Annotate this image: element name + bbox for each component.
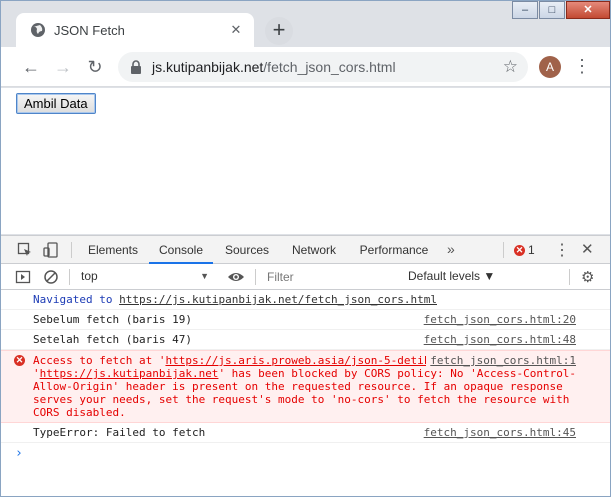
lock-icon bbox=[131, 60, 141, 74]
minimize-button[interactable]: – bbox=[512, 1, 538, 19]
forward-arrow-icon[interactable]: → bbox=[51, 55, 75, 79]
clear-console-icon[interactable] bbox=[43, 269, 59, 285]
console-error-row: ✕ fetch_json_cors.html:1 Access to fetch… bbox=[1, 350, 610, 423]
devtools-menu-icon[interactable]: ⋮ bbox=[554, 240, 570, 260]
error-count: 1 bbox=[528, 243, 535, 257]
globe-icon bbox=[31, 23, 45, 37]
window-controls: – □ ✕ bbox=[511, 1, 610, 21]
bookmark-star-icon[interactable]: ☆ bbox=[503, 57, 518, 77]
error-text-start: Access to fetch at ' bbox=[33, 354, 166, 367]
console-navigated-message: Navigated to https://js.kutipanbijak.net… bbox=[1, 290, 610, 310]
device-toolbar-icon[interactable] bbox=[43, 242, 59, 258]
maximize-button[interactable]: □ bbox=[539, 1, 565, 19]
page-viewport: Ambil Data bbox=[1, 88, 610, 234]
console-log-row: TypeError: Failed to fetch fetch_json_co… bbox=[1, 423, 610, 443]
source-link[interactable]: fetch_json_cors.html:48 bbox=[424, 333, 576, 346]
browser-menu-icon[interactable]: ⋮ bbox=[573, 56, 591, 78]
tab-elements[interactable]: Elements bbox=[81, 236, 145, 264]
profile-avatar[interactable]: A bbox=[539, 56, 561, 78]
prompt-chevron-icon: › bbox=[15, 446, 23, 461]
context-value: top bbox=[81, 269, 98, 283]
more-tabs-icon[interactable]: » bbox=[447, 241, 455, 257]
url-text: js.kutipanbijak.net/fetch_json_cors.html bbox=[152, 59, 396, 75]
console-messages: Navigated to https://js.kutipanbijak.net… bbox=[1, 290, 610, 497]
log-text: TypeError: Failed to fetch bbox=[33, 426, 206, 439]
tab-strip: JSON Fetch ✕ + – □ ✕ bbox=[1, 1, 610, 47]
url-host: js.kutipanbijak.net bbox=[152, 59, 264, 75]
tab-network[interactable]: Network bbox=[283, 236, 345, 264]
console-toolbar: top ▼ Default levels ▼ ⚙ bbox=[1, 264, 610, 290]
error-counter[interactable]: ✕ 1 bbox=[514, 243, 535, 257]
console-prompt[interactable]: › bbox=[1, 443, 610, 464]
toolbar-divider bbox=[569, 269, 570, 285]
console-settings-gear-icon[interactable]: ⚙ bbox=[581, 268, 594, 286]
toolbar-divider bbox=[69, 269, 70, 285]
devtools-close-icon[interactable]: ✕ bbox=[581, 240, 594, 258]
tab-console[interactable]: Console bbox=[149, 236, 213, 264]
url-path: /fetch_json_cors.html bbox=[263, 59, 396, 75]
source-link[interactable]: fetch_json_cors.html:20 bbox=[424, 313, 576, 326]
log-text: Setelah fetch (baris 47) bbox=[33, 333, 192, 346]
address-bar[interactable]: js.kutipanbijak.net/fetch_json_cors.html… bbox=[118, 52, 528, 82]
back-arrow-icon[interactable]: ← bbox=[19, 55, 43, 79]
new-tab-button[interactable]: + bbox=[265, 17, 293, 45]
toolbar-divider bbox=[71, 242, 72, 258]
reload-icon[interactable]: ↻ bbox=[83, 55, 107, 79]
tab-close-icon[interactable]: ✕ bbox=[228, 22, 244, 38]
tab-title: JSON Fetch bbox=[54, 22, 125, 38]
error-icon: ✕ bbox=[514, 244, 525, 256]
window-close-button[interactable]: ✕ bbox=[566, 1, 610, 19]
eye-icon[interactable] bbox=[227, 269, 245, 285]
devtools-panel: Elements Console Sources Network Perform… bbox=[1, 235, 610, 496]
log-text: Sebelum fetch (baris 19) bbox=[33, 313, 192, 326]
console-log-row: Setelah fetch (baris 47) fetch_json_cors… bbox=[1, 330, 610, 350]
context-selector[interactable]: top ▼ bbox=[73, 267, 213, 286]
log-levels-dropdown[interactable]: Default levels ▼ bbox=[408, 269, 495, 283]
toolbar-divider bbox=[503, 242, 504, 258]
source-link[interactable]: fetch_json_cors.html:45 bbox=[424, 426, 576, 439]
tab-performance[interactable]: Performance bbox=[353, 236, 435, 264]
error-icon: ✕ bbox=[14, 355, 25, 366]
filter-input[interactable] bbox=[263, 268, 399, 286]
tab-json-fetch[interactable]: JSON Fetch ✕ bbox=[16, 13, 254, 47]
sidebar-toggle-icon[interactable] bbox=[15, 269, 31, 285]
devtools-tab-bar: Elements Console Sources Network Perform… bbox=[1, 236, 610, 264]
console-log-row: Sebelum fetch (baris 19) fetch_json_cors… bbox=[1, 310, 610, 330]
source-link[interactable]: fetch_json_cors.html:1 bbox=[426, 354, 576, 367]
tab-sources[interactable]: Sources bbox=[217, 236, 277, 264]
navigated-url-link[interactable]: https://js.kutipanbijak.net/fetch_json_c… bbox=[119, 293, 437, 306]
ambil-data-button[interactable]: Ambil Data bbox=[16, 93, 96, 114]
browser-toolbar: ← → ↻ js.kutipanbijak.net/fetch_json_cor… bbox=[1, 47, 610, 87]
inspect-element-icon[interactable] bbox=[17, 242, 33, 258]
browser-window: JSON Fetch ✕ + – □ ✕ ← → ↻ js.kutipanbij… bbox=[0, 0, 611, 497]
caret-down-icon: ▼ bbox=[200, 271, 209, 281]
error-origin-link[interactable]: https://js.kutipanbijak.net bbox=[40, 367, 219, 380]
error-url-link[interactable]: https://js.aris.proweb.asia/json-5-detik… bbox=[165, 354, 456, 367]
navigated-prefix: Navigated to bbox=[33, 293, 113, 306]
toolbar-divider bbox=[255, 269, 256, 285]
